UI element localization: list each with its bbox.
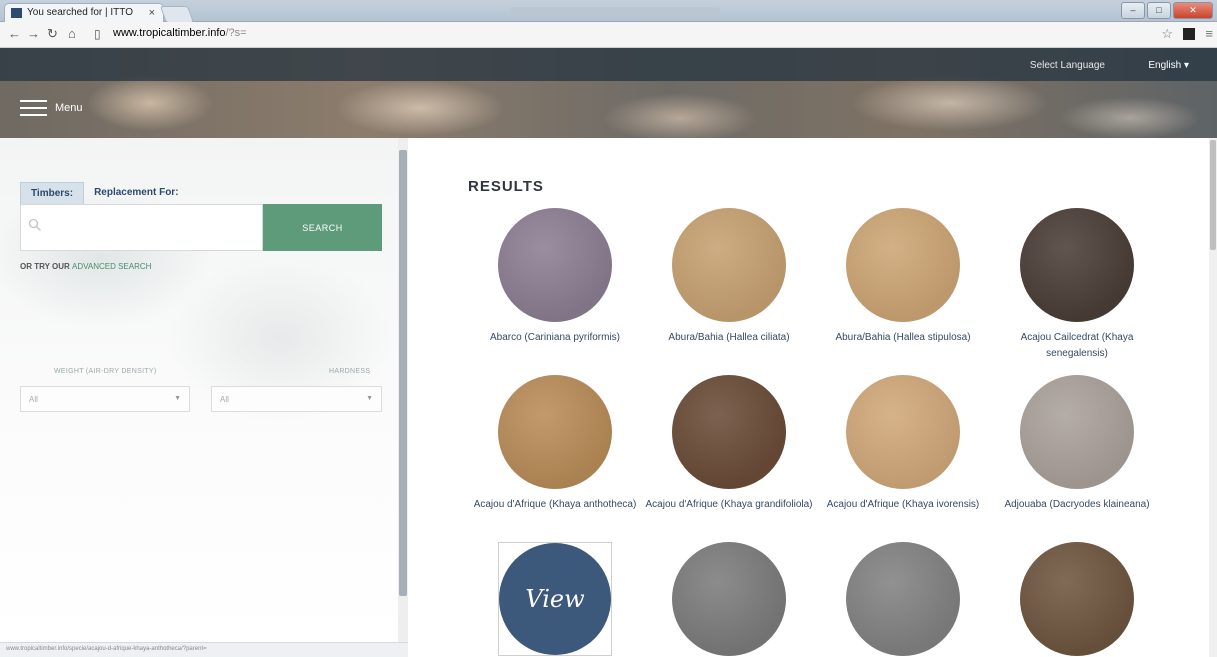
tab-timbers[interactable]: Timbers:: [20, 182, 85, 205]
chevron-down-icon: ▼: [174, 395, 181, 402]
chevron-down-icon: ▼: [366, 395, 373, 402]
menu-label: Menu: [55, 102, 83, 114]
timber-card[interactable]: Acajou Cailcedrat (Khaya senegalensis): [990, 208, 1164, 362]
advanced-search-prefix: OR TRY OUR: [20, 262, 73, 271]
search-sidebar: Timbers: Replacement For: SEARCH OR TRY …: [0, 138, 398, 642]
timber-name[interactable]: Abura/Bahia (Hallea ciliata): [642, 330, 816, 346]
search-button[interactable]: SEARCH: [263, 204, 382, 251]
site-favicon-icon: [11, 8, 22, 18]
browser-titlebar: You searched for | ITTO × – □ ✕: [0, 0, 1217, 23]
timber-card[interactable]: Abura/Bahia (Hallea ciliata): [642, 208, 816, 346]
close-window-button[interactable]: ✕: [1173, 2, 1213, 19]
timber-swatch[interactable]: [1020, 542, 1134, 656]
status-bar-url: www.tropicaltimber.info/specie/acajou-d-…: [0, 642, 408, 657]
timber-name[interactable]: Acajou d'Afrique (Khaya ivorensis): [816, 497, 990, 513]
language-strip: Select Language English ▾: [0, 48, 1217, 81]
maximize-button[interactable]: □: [1147, 2, 1171, 19]
timber-name[interactable]: Abarco (Cariniana pyriformis): [468, 330, 642, 346]
timber-card[interactable]: Acajou d'Afrique (Khaya grandifoliola): [642, 375, 816, 513]
search-tabs: Timbers: Replacement For:: [20, 182, 189, 206]
bookmark-star-icon[interactable]: ☆: [1161, 26, 1173, 42]
results-panel: RESULTS Abarco (Cariniana pyriformis) Ab…: [408, 138, 1209, 657]
hamburger-icon: [20, 100, 47, 116]
browser-menu-icon[interactable]: ≡: [1205, 26, 1213, 42]
results-title: RESULTS: [468, 178, 544, 195]
hardness-filter-select[interactable]: All ▼: [211, 386, 382, 412]
timber-name[interactable]: Abura/Bahia (Hallea stipulosa): [816, 330, 990, 346]
url-field[interactable]: www.tropicaltimber.info/?s=: [113, 27, 247, 39]
reload-icon[interactable]: ↻: [47, 26, 58, 42]
tab-title: You searched for | ITTO: [27, 7, 133, 18]
address-bar: ← → ↻ ⌂ ▯ www.tropicaltimber.info/?s= ☆ …: [0, 22, 1217, 48]
view-overlay-button[interactable]: View: [499, 543, 611, 655]
timber-card[interactable]: Abura/Bahia (Hallea stipulosa): [816, 208, 990, 346]
language-label: Select Language: [1029, 60, 1105, 71]
weight-filter-select[interactable]: All ▼: [20, 386, 190, 412]
minimize-button[interactable]: –: [1121, 2, 1145, 19]
search-icon: [28, 218, 41, 231]
timber-swatch[interactable]: [498, 208, 612, 322]
browser-tab[interactable]: You searched for | ITTO ×: [4, 3, 164, 22]
view-overlay-frame[interactable]: View: [498, 542, 612, 656]
timber-swatch[interactable]: [672, 542, 786, 656]
language-select[interactable]: English ▾: [1148, 60, 1189, 71]
forward-arrow-icon[interactable]: →: [27, 26, 40, 42]
timber-swatch[interactable]: [1020, 375, 1134, 489]
timber-swatch[interactable]: [846, 542, 960, 656]
timber-card[interactable]: [816, 542, 990, 656]
timber-swatch[interactable]: [498, 375, 612, 489]
page-scrollbar-thumb[interactable]: [1210, 140, 1216, 250]
hardness-filter-label: HARDNESS: [329, 368, 371, 375]
timber-name[interactable]: Acajou d'Afrique (Khaya grandifoliola): [642, 497, 816, 513]
extension-icon[interactable]: [1183, 28, 1195, 40]
timber-swatch[interactable]: [672, 375, 786, 489]
new-tab-button[interactable]: [159, 6, 195, 23]
hardness-filter-value: All: [220, 395, 229, 404]
timber-swatch[interactable]: [846, 208, 960, 322]
timber-name[interactable]: Acajou Cailcedrat (Khaya senegalensis): [990, 330, 1164, 362]
advanced-search-line: OR TRY OUR ADVANCED SEARCH: [20, 262, 151, 271]
sidebar-scrollbar-thumb[interactable]: [399, 150, 407, 596]
window-controls: – □ ✕: [1119, 2, 1213, 19]
timber-card[interactable]: Adjouaba (Dacryodes klaineana): [990, 375, 1164, 513]
advanced-search-link[interactable]: ADVANCED SEARCH: [72, 262, 151, 271]
weight-filter-value: All: [29, 395, 38, 404]
timber-swatch[interactable]: [1020, 208, 1134, 322]
sidebar-scrollbar[interactable]: [398, 138, 408, 642]
timber-card[interactable]: Acajou d'Afrique (Khaya anthotheca): [468, 375, 642, 513]
timber-name[interactable]: Adjouaba (Dacryodes klaineana): [990, 497, 1164, 513]
search-input[interactable]: [20, 204, 263, 251]
tab-replacement-for[interactable]: Replacement For:: [84, 182, 188, 204]
timber-name[interactable]: Acajou d'Afrique (Khaya anthotheca): [468, 497, 642, 513]
timber-swatch[interactable]: [846, 375, 960, 489]
timber-card[interactable]: [990, 542, 1164, 656]
home-icon[interactable]: ⌂: [68, 26, 76, 42]
menu-toggle[interactable]: Menu: [20, 100, 83, 116]
page-icon: ▯: [94, 27, 101, 41]
weight-filter-label: WEIGHT (AIR-DRY DENSITY): [54, 368, 157, 375]
timber-card[interactable]: Abarco (Cariniana pyriformis): [468, 208, 642, 346]
timber-card-hovered[interactable]: View: [468, 542, 642, 656]
page-scrollbar[interactable]: [1209, 138, 1217, 657]
back-arrow-icon[interactable]: ←: [8, 26, 21, 42]
window-title-blur: [510, 7, 720, 15]
tab-close-icon[interactable]: ×: [149, 4, 155, 22]
timber-card[interactable]: [642, 542, 816, 656]
header-banner: Select Language English ▾ Menu: [0, 48, 1217, 138]
timber-card[interactable]: Acajou d'Afrique (Khaya ivorensis): [816, 375, 990, 513]
timber-swatch[interactable]: [672, 208, 786, 322]
